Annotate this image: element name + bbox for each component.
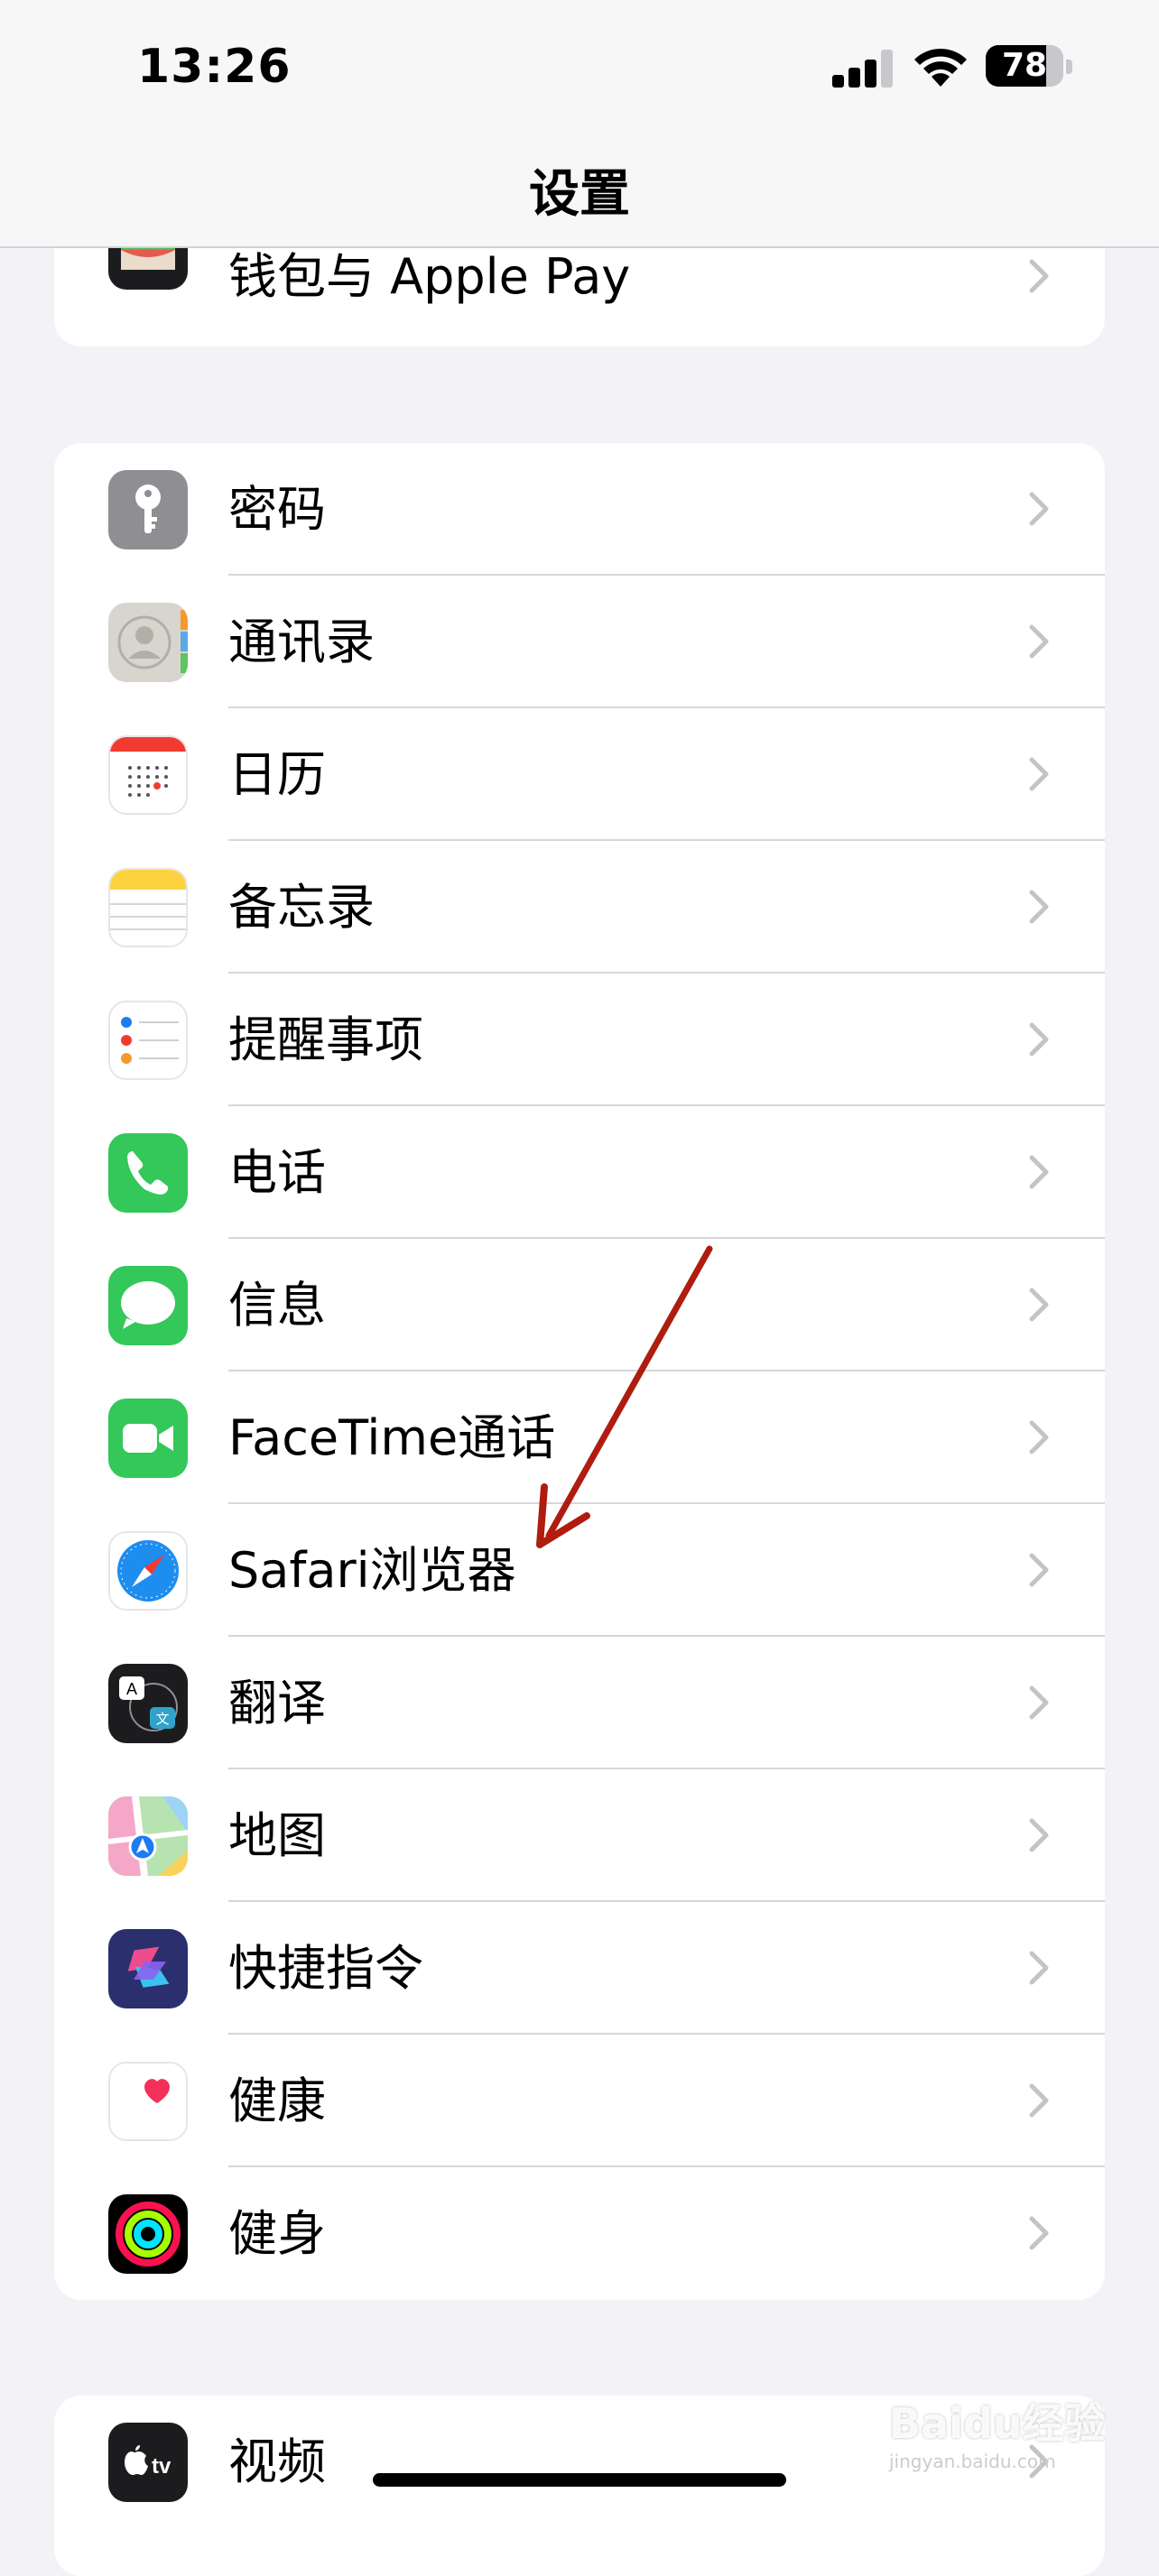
settings-row-safari[interactable]: Safari浏览器 — [54, 1504, 1105, 1637]
chevron-right-icon — [1029, 1022, 1049, 1057]
chevron-right-icon — [1029, 1951, 1049, 1985]
chevron-right-icon — [1029, 492, 1049, 526]
settings-row-label: 翻译 — [228, 1675, 326, 1731]
reminders-icon — [108, 1001, 188, 1080]
settings-row-phone[interactable]: 电话 — [54, 1106, 1105, 1239]
notes-icon — [108, 868, 188, 947]
status-time: 13:26 — [137, 40, 292, 94]
shortcuts-icon — [108, 1929, 188, 2008]
home-indicator[interactable] — [373, 2473, 786, 2487]
settings-row-fitness[interactable]: 健身 — [54, 2167, 1105, 2300]
apple-tv-icon: tv — [108, 2423, 188, 2502]
baidu-watermark-logo: Baidu经验 jingyan.baidu.com — [889, 2399, 1106, 2472]
settings-row-contacts[interactable]: 通讯录 — [54, 576, 1105, 708]
facetime-icon — [108, 1399, 188, 1478]
settings-row-translate[interactable]: A 文 翻译 — [54, 1637, 1105, 1769]
settings-row-label: 地图 — [228, 1807, 326, 1864]
svg-text:文: 文 — [155, 1711, 169, 1727]
wifi-icon — [914, 48, 967, 87]
maps-icon — [108, 1796, 188, 1876]
settings-row-health[interactable]: 健康 — [54, 2035, 1105, 2167]
chevron-right-icon — [1029, 1288, 1049, 1322]
translate-icon: A 文 — [108, 1664, 188, 1743]
settings-row-label: FaceTime通话 — [228, 1409, 556, 1466]
settings-row-label: 电话 — [228, 1144, 326, 1201]
settings-group-apps: 密码 通讯录 日历 备忘录 提醒事项 电话 信息 FaceTime通话 Safa… — [54, 443, 1105, 2300]
chevron-right-icon — [1029, 757, 1049, 791]
safari-icon — [108, 1531, 188, 1611]
settings-row-maps[interactable]: 地图 — [54, 1769, 1105, 1902]
chevron-right-icon — [1029, 1818, 1049, 1852]
phone-icon — [108, 1133, 188, 1213]
chevron-right-icon — [1029, 1685, 1049, 1720]
calendar-icon — [108, 735, 188, 815]
chevron-right-icon — [1029, 1553, 1049, 1587]
settings-row-calendar[interactable]: 日历 — [54, 708, 1105, 841]
settings-row-notes[interactable]: 备忘录 — [54, 841, 1105, 974]
settings-row-label: 提醒事项 — [228, 1011, 423, 1068]
chevron-right-icon — [1029, 1155, 1049, 1189]
chevron-right-icon — [1029, 259, 1049, 293]
settings-row-label: 备忘录 — [228, 879, 375, 936]
fitness-icon — [108, 2194, 188, 2274]
chevron-right-icon — [1029, 624, 1049, 659]
settings-row-passwords[interactable]: 密码 — [54, 443, 1105, 576]
svg-text:A: A — [126, 1680, 137, 1698]
key-icon — [108, 470, 188, 549]
chevron-right-icon — [1029, 2216, 1049, 2250]
settings-row-label: 密码 — [228, 481, 326, 538]
chevron-right-icon — [1029, 2083, 1049, 2118]
cellular-signal-icon — [832, 50, 894, 88]
battery-icon: 78 — [986, 45, 1072, 88]
chevron-right-icon — [1029, 1420, 1049, 1454]
settings-row-shortcuts[interactable]: 快捷指令 — [54, 1902, 1105, 2035]
messages-icon — [108, 1266, 188, 1345]
page-title: 设置 — [529, 165, 630, 224]
chevron-right-icon — [1029, 890, 1049, 924]
battery-percentage: 78 — [1001, 47, 1048, 84]
settings-row-label: Safari浏览器 — [228, 1542, 516, 1599]
svg-text:tv: tv — [152, 2454, 172, 2479]
settings-row-label: 日历 — [228, 746, 326, 803]
settings-row-label: 健身 — [228, 2205, 326, 2262]
navigation-bar: 13:26 78 设置 — [0, 0, 1159, 248]
settings-row-label: 信息 — [228, 1277, 326, 1334]
settings-row-facetime[interactable]: FaceTime通话 — [54, 1371, 1105, 1504]
health-icon — [108, 2062, 188, 2141]
settings-row-label: 通讯录 — [228, 614, 375, 670]
settings-row-reminders[interactable]: 提醒事项 — [54, 974, 1105, 1106]
settings-row-label: 视频 — [228, 2433, 326, 2490]
settings-row-label: 快捷指令 — [228, 1940, 423, 1997]
settings-row-messages[interactable]: 信息 — [54, 1239, 1105, 1371]
contacts-icon — [108, 603, 188, 682]
settings-row-label: 健康 — [228, 2073, 326, 2129]
